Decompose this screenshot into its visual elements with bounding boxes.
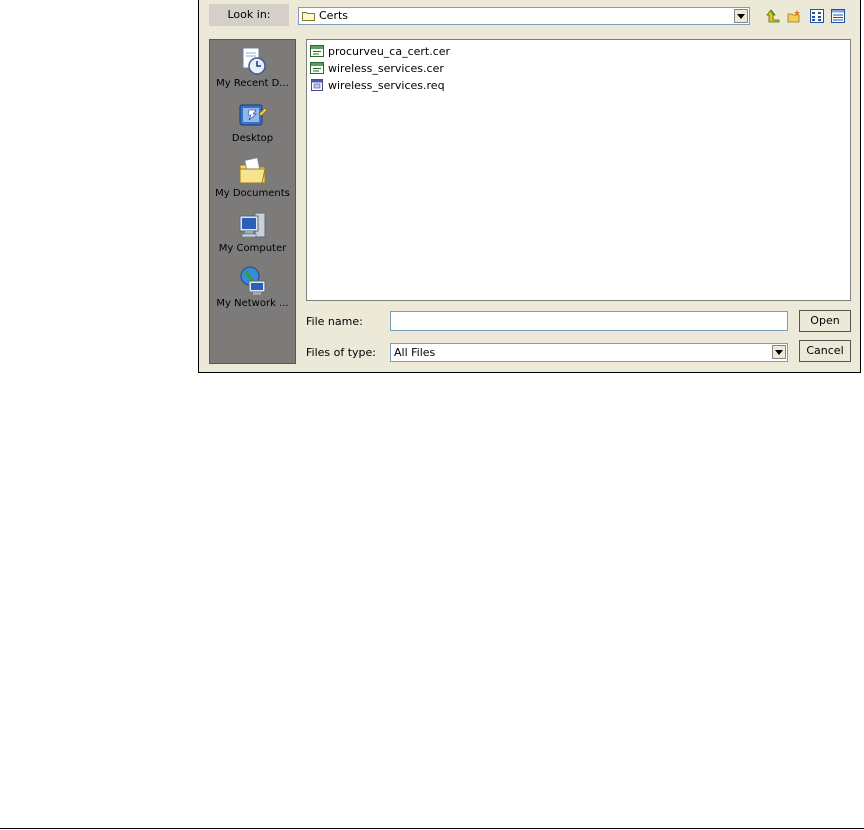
place-my-computer[interactable]: My Computer xyxy=(210,210,295,254)
look-in-dropdown[interactable]: Certs xyxy=(298,7,750,25)
create-new-folder-icon[interactable] xyxy=(787,9,801,23)
list-item[interactable]: procurveu_ca_cert.cer xyxy=(310,43,450,59)
chevron-down-icon[interactable] xyxy=(772,345,786,359)
place-my-recent-documents[interactable]: My Recent D... xyxy=(210,45,295,89)
place-label: My Computer xyxy=(218,243,287,254)
file-list[interactable]: procurveu_ca_cert.cer wireless_services.… xyxy=(306,39,851,301)
place-my-network[interactable]: My Network ... xyxy=(210,265,295,309)
chevron-down-icon[interactable] xyxy=(734,9,748,23)
place-desktop[interactable]: Desktop xyxy=(210,100,295,144)
file-name: wireless_services.cer xyxy=(328,61,444,75)
up-one-level-icon[interactable] xyxy=(766,9,780,23)
files-of-type-label: Files of type: xyxy=(306,346,377,359)
file-name-label: File name: xyxy=(306,315,363,328)
desktop-icon xyxy=(237,100,269,132)
file-open-dialog: Look in: Certs My Recent D... Desktop My… xyxy=(198,0,861,373)
look-in-label: Look in: xyxy=(209,4,289,26)
list-item[interactable]: wireless_services.cer xyxy=(310,60,444,76)
places-bar: My Recent D... Desktop My Documents My C… xyxy=(209,39,296,364)
recent-documents-icon xyxy=(237,45,269,77)
files-of-type-value: All Files xyxy=(394,346,436,359)
my-documents-icon xyxy=(237,155,269,187)
request-file-icon xyxy=(310,79,324,91)
place-label: My Recent D... xyxy=(216,78,289,89)
look-in-value: Certs xyxy=(319,9,349,22)
open-button[interactable]: Open xyxy=(799,310,851,332)
details-view-icon[interactable] xyxy=(831,9,845,23)
place-my-documents[interactable]: My Documents xyxy=(210,155,295,199)
place-label: My Documents xyxy=(215,188,290,199)
file-name-field[interactable] xyxy=(390,311,788,331)
certificate-icon xyxy=(310,62,324,74)
my-network-icon xyxy=(237,265,269,297)
page-divider xyxy=(0,828,864,829)
folder-icon xyxy=(302,11,315,21)
my-computer-icon xyxy=(237,210,269,242)
file-name: wireless_services.req xyxy=(328,78,445,92)
file-name: procurveu_ca_cert.cer xyxy=(328,44,451,58)
list-item[interactable]: wireless_services.req xyxy=(310,77,445,93)
list-view-icon[interactable] xyxy=(810,9,824,23)
certificate-icon xyxy=(310,45,324,57)
cancel-button[interactable]: Cancel xyxy=(799,340,851,362)
place-label: My Network ... xyxy=(216,298,289,309)
place-label: Desktop xyxy=(231,133,274,144)
files-of-type-dropdown[interactable]: All Files xyxy=(390,343,788,362)
